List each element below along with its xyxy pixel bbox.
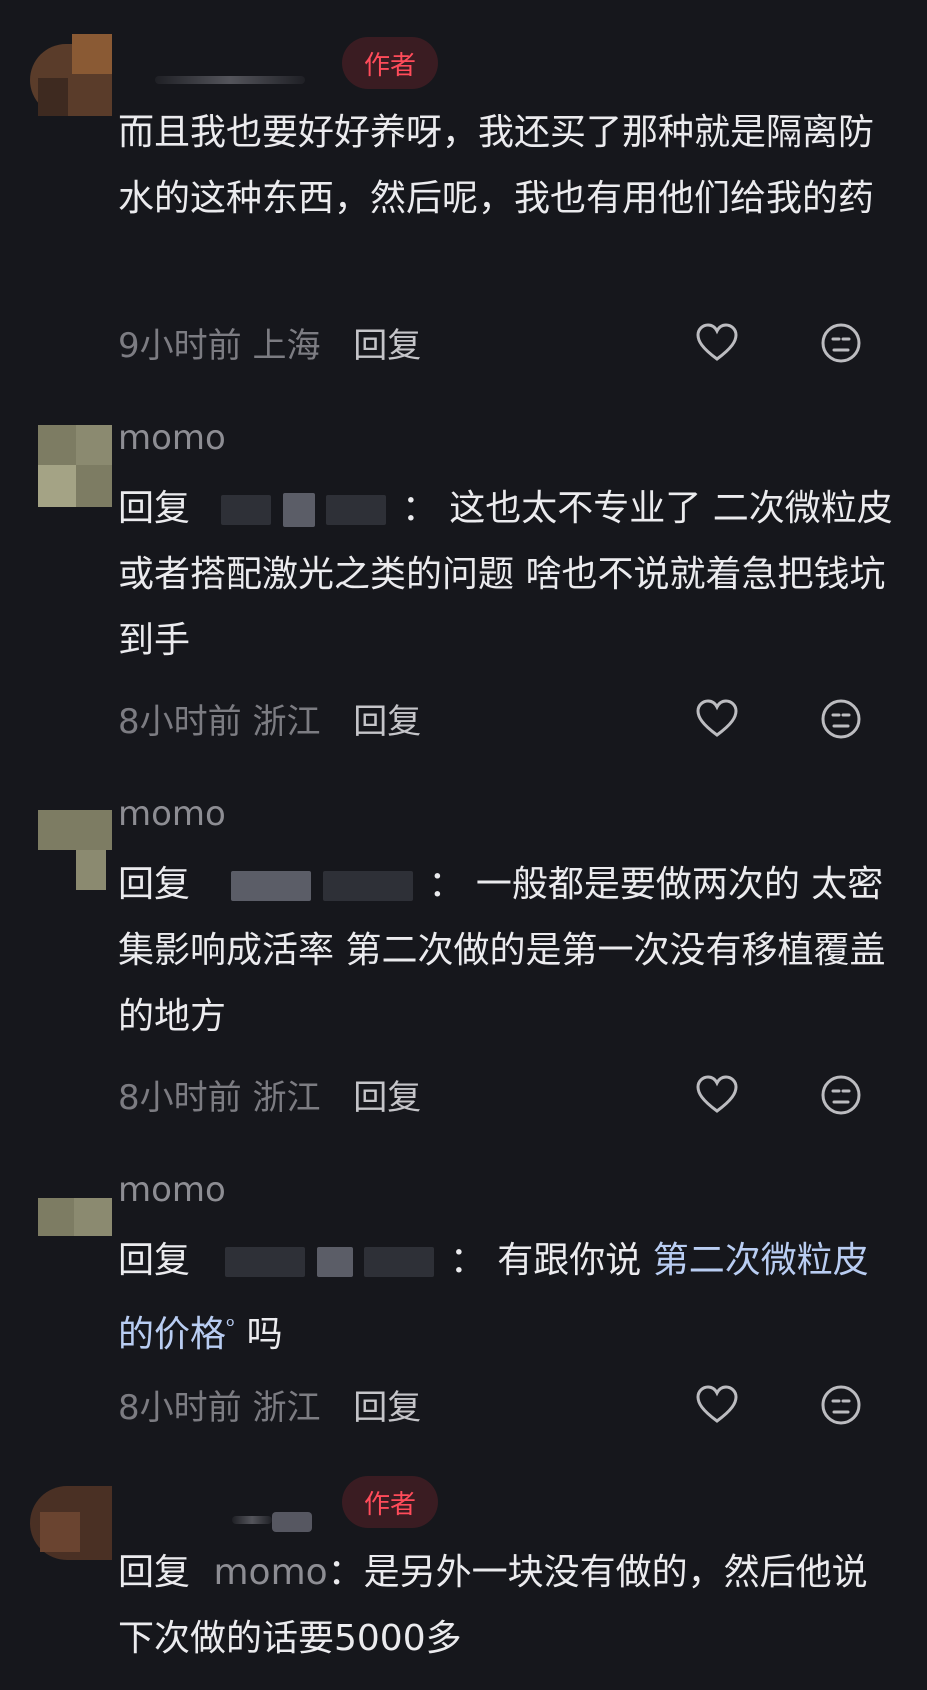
comment-text[interactable]: 回复 ： 这也太不专业了 二次微粒皮或者搭配激光之类的问题 啥也不说就着急把钱坑…: [118, 476, 898, 674]
mention-redacted[interactable]: [316, 1247, 353, 1277]
comment-location: 浙江: [252, 702, 321, 742]
comment-text[interactable]: 而且我也要好好养呀，我还买了那种就是隔离防水的这种东西，然后呢，我也有用他们给我…: [118, 100, 898, 232]
mention-redacted[interactable]: [221, 495, 272, 525]
heart-icon[interactable]: [694, 1382, 740, 1428]
search-icon[interactable]: ᵒ: [226, 1314, 235, 1339]
heart-icon[interactable]: [694, 1072, 740, 1118]
reply-button[interactable]: 回复: [353, 326, 421, 366]
avatar[interactable]: [30, 34, 112, 116]
reply-button[interactable]: 回复: [353, 702, 421, 742]
comment-meta: 8小时前 浙江 回复: [118, 694, 421, 743]
mention-redacted[interactable]: [231, 871, 312, 901]
mention-redacted[interactable]: [282, 493, 315, 527]
comment-time: 8小时前: [118, 1078, 242, 1118]
mention-link[interactable]: momo: [213, 1552, 327, 1593]
username-redacted[interactable]: [272, 1512, 312, 1532]
heart-icon[interactable]: [694, 696, 740, 742]
mention-redacted[interactable]: [225, 1247, 306, 1277]
comment-meta: 8小时前 浙江 回复: [118, 1380, 421, 1429]
avatar[interactable]: [30, 1190, 112, 1272]
comment-meta: 9小时前 上海 回复: [118, 318, 421, 367]
comment-text[interactable]: 回复 momo：是另外一块没有做的，然后他说下次做的话要5000多: [118, 1540, 898, 1672]
comment-text[interactable]: 回复 ： 一般都是要做两次的 太密集影响成活率 第二次做的是第一次没有移植覆盖的…: [118, 852, 898, 1050]
heart-icon[interactable]: [694, 320, 740, 366]
emoji-icon[interactable]: [818, 696, 864, 742]
emoji-icon[interactable]: [818, 320, 864, 366]
avatar[interactable]: [30, 810, 112, 892]
mention-redacted[interactable]: [322, 871, 413, 901]
username[interactable]: momo: [118, 418, 226, 458]
author-badge: 作者: [342, 1476, 438, 1528]
comment-location: 上海: [252, 326, 321, 366]
author-badge: 作者: [342, 37, 438, 89]
username-redacted[interactable]: [155, 76, 305, 84]
username-redacted[interactable]: [232, 1516, 272, 1524]
emoji-icon[interactable]: [818, 1072, 864, 1118]
username[interactable]: momo: [118, 794, 226, 834]
comment-location: 浙江: [252, 1388, 321, 1428]
comment-time: 8小时前: [118, 1388, 242, 1428]
comment-time: 9小时前: [118, 326, 242, 366]
reply-button[interactable]: 回复: [353, 1078, 421, 1118]
comment-meta: 8小时前 浙江 回复: [118, 1070, 421, 1119]
mention-redacted[interactable]: [326, 495, 387, 525]
avatar[interactable]: [30, 1478, 112, 1560]
comment-time: 8小时前: [118, 702, 242, 742]
comment-text[interactable]: 回复 ： 有跟你说 第二次微粒皮的价格ᵒ 吗: [118, 1228, 898, 1368]
mention-redacted[interactable]: [364, 1247, 435, 1277]
emoji-icon[interactable]: [818, 1382, 864, 1428]
comment-location: 浙江: [252, 1078, 321, 1118]
username[interactable]: momo: [118, 1170, 226, 1210]
reply-button[interactable]: 回复: [353, 1388, 421, 1428]
avatar[interactable]: [30, 425, 112, 507]
